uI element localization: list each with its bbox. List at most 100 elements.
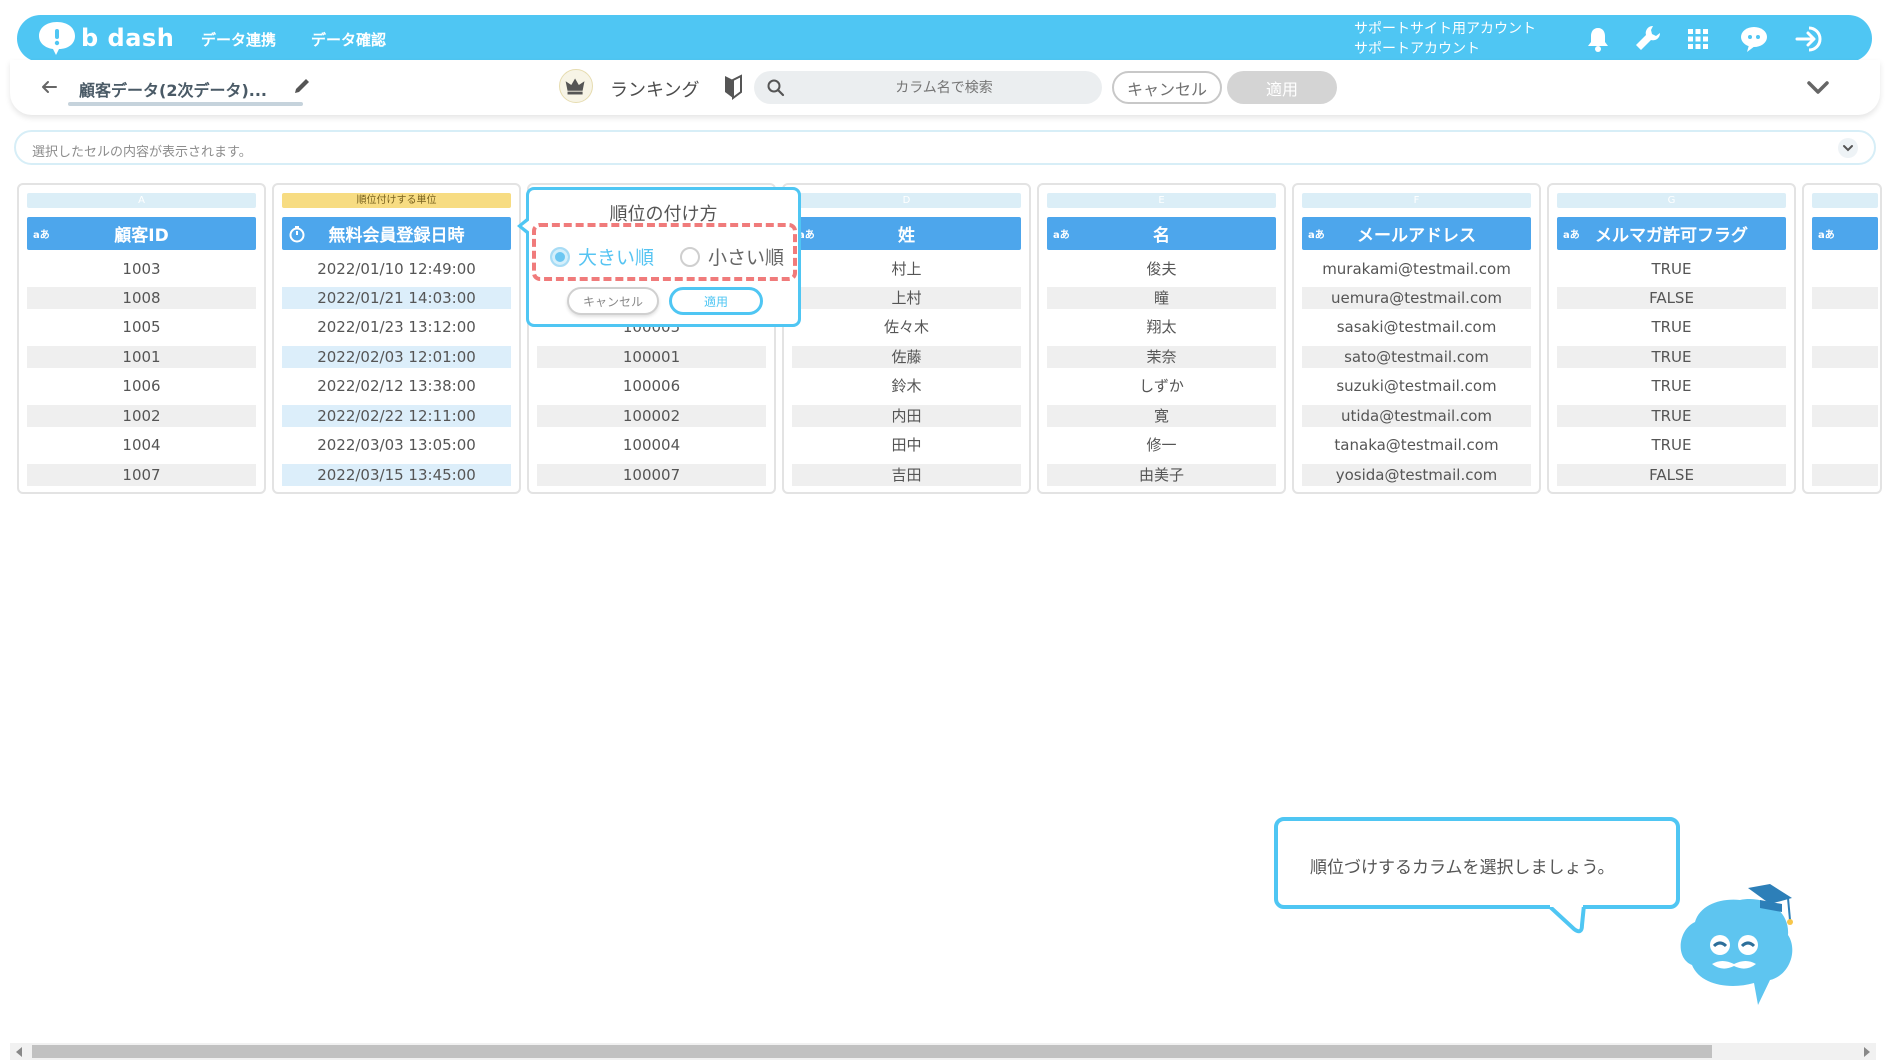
table-cell[interactable]: 田中 — [792, 434, 1021, 456]
table-cell[interactable]: 1007 — [27, 464, 256, 486]
table-cell[interactable]: しずか — [1047, 375, 1276, 397]
column-4[interactable]: Daあ姓村上 上村 佐々木 佐藤 鈴木 内田 田中 吉田 — [782, 183, 1031, 494]
column-header[interactable]: aあ メルマガ許可フラグ — [1557, 217, 1786, 250]
table-cell[interactable]: 100004 — [537, 434, 766, 456]
table-cell[interactable]: 内田 — [792, 405, 1021, 427]
table-cell[interactable] — [1812, 405, 1878, 427]
scroll-right-arrow-icon[interactable] — [1864, 1047, 1870, 1057]
table-cell[interactable]: suzuki@testmail.com — [1302, 375, 1531, 397]
table-cell[interactable]: TRUE — [1557, 346, 1786, 368]
dataset-title[interactable]: 顧客データ(2次データ)... — [79, 77, 267, 101]
column-1[interactable]: Aaあ 顧客ID 1003 1008 1005 1001 1006 1002 1004 1007 — [17, 183, 266, 494]
column-header[interactable]: aあ 顧客ID — [27, 217, 256, 250]
table-cell[interactable]: 2022/03/15 13:45:00 — [282, 464, 511, 486]
table-cell[interactable]: 100001 — [537, 346, 766, 368]
table-cell[interactable]: 佐藤 — [792, 346, 1021, 368]
table-cell[interactable]: 由美子 — [1047, 464, 1276, 486]
table-cell[interactable] — [1812, 287, 1878, 309]
column-search[interactable] — [754, 71, 1102, 104]
cell-content-bar[interactable]: 選択したセルの内容が表示されます。 — [14, 130, 1876, 165]
table-cell[interactable]: 俊夫 — [1047, 258, 1276, 280]
table-cell[interactable]: uemura@testmail.com — [1302, 287, 1531, 309]
bell-icon[interactable] — [1581, 22, 1615, 56]
table-cell[interactable]: FALSE — [1557, 464, 1786, 486]
table-cell[interactable] — [1812, 464, 1878, 486]
nav-data-link[interactable]: データ連携 — [201, 29, 276, 50]
table-cell[interactable]: tanaka@testmail.com — [1302, 434, 1531, 456]
table-cell[interactable] — [1812, 346, 1878, 368]
table-cell[interactable]: 修一 — [1047, 434, 1276, 456]
nav-data-check[interactable]: データ確認 — [311, 29, 386, 50]
column-2[interactable]: 順位付けする単位 無料会員登録日時 2022/01/10 12:49:00 2022/… — [272, 183, 521, 494]
table-cell[interactable]: FALSE — [1557, 287, 1786, 309]
table-cell[interactable]: 佐々木 — [792, 316, 1021, 338]
table-cell[interactable]: 1006 — [27, 375, 256, 397]
table-cell[interactable]: 翔太 — [1047, 316, 1276, 338]
table-cell[interactable]: TRUE — [1557, 316, 1786, 338]
back-arrow-icon[interactable] — [38, 76, 60, 98]
column-5[interactable]: Eaあ 名俊夫瞳翔太 茉奈 しずか寛修一 由美子 — [1037, 183, 1286, 494]
column-header[interactable]: aあ姓 — [792, 217, 1021, 250]
table-cell[interactable]: 上村 — [792, 287, 1021, 309]
table-cell[interactable] — [1812, 434, 1878, 456]
pencil-icon[interactable] — [292, 76, 312, 96]
table-cell[interactable]: 村上 — [792, 258, 1021, 280]
table-cell[interactable]: 2022/01/21 14:03:00 — [282, 287, 511, 309]
table-cell[interactable]: 2022/01/23 13:12:00 — [282, 316, 511, 338]
table-cell[interactable]: 1008 — [27, 287, 256, 309]
table-cell[interactable]: 100007 — [537, 464, 766, 486]
table-cell[interactable]: murakami@testmail.com — [1302, 258, 1531, 280]
table-cell[interactable]: 茉奈 — [1047, 346, 1276, 368]
table-cell[interactable]: TRUE — [1557, 375, 1786, 397]
table-cell[interactable]: sato@testmail.com — [1302, 346, 1531, 368]
table-cell[interactable]: 2022/02/22 12:11:00 — [282, 405, 511, 427]
table-cell[interactable]: TRUE — [1557, 434, 1786, 456]
horizontal-scrollbar[interactable] — [10, 1043, 1876, 1060]
table-cell[interactable]: yosida@testmail.com — [1302, 464, 1531, 486]
table-cell[interactable]: 2022/03/03 13:05:00 — [282, 434, 511, 456]
table-cell[interactable]: utida@testmail.com — [1302, 405, 1531, 427]
table-cell[interactable]: 1002 — [27, 405, 256, 427]
table-cell[interactable] — [1812, 258, 1878, 280]
table-cell[interactable]: TRUE — [1557, 405, 1786, 427]
cancel-button[interactable]: キャンセル — [1112, 71, 1222, 104]
column-header[interactable]: aあ 名 — [1047, 217, 1276, 250]
scrollbar-thumb[interactable] — [32, 1045, 1712, 1058]
column-7[interactable]: Gaあ メルマガ許可フラグ TRUE FALSE TRUE TRUE TRUE TRUE TRU… — [1547, 183, 1796, 494]
table-cell[interactable]: 瞳 — [1047, 287, 1276, 309]
logo[interactable]: b dash — [37, 19, 174, 57]
table-cell[interactable] — [1812, 316, 1878, 338]
column-8[interactable]: aあ — [1802, 183, 1882, 494]
table-cell[interactable]: 吉田 — [792, 464, 1021, 486]
beginner-mark-icon[interactable] — [722, 74, 744, 100]
table-cell[interactable]: 1004 — [27, 434, 256, 456]
chat-icon[interactable] — [1737, 22, 1771, 56]
grid-icon[interactable] — [1681, 22, 1715, 56]
table-cell[interactable]: 100002 — [537, 405, 766, 427]
table-cell[interactable] — [1812, 375, 1878, 397]
table-cell[interactable]: sasaki@testmail.com — [1302, 316, 1531, 338]
popup-cancel-button[interactable]: キャンセル — [567, 287, 659, 315]
table-cell[interactable]: 1001 — [27, 346, 256, 368]
table-cell[interactable]: 2022/02/12 13:38:00 — [282, 375, 511, 397]
radio-descending[interactable]: 大きい順 — [550, 243, 654, 270]
table-cell[interactable]: 2022/02/03 12:01:00 — [282, 346, 511, 368]
table-cell[interactable]: 100006 — [537, 375, 766, 397]
radio-dot-descending[interactable] — [550, 246, 570, 267]
table-cell[interactable]: TRUE — [1557, 258, 1786, 280]
column-header[interactable]: aあ メールアドレス — [1302, 217, 1531, 250]
column-header[interactable]: 無料会員登録日時 — [282, 217, 511, 250]
expand-cell-button[interactable] — [1838, 138, 1858, 158]
table-cell[interactable]: 寛 — [1047, 405, 1276, 427]
radio-ascending[interactable]: 小さい順 — [680, 243, 784, 270]
table-cell[interactable]: 1005 — [27, 316, 256, 338]
scroll-left-arrow-icon[interactable] — [16, 1047, 22, 1057]
wrench-icon[interactable] — [1631, 22, 1665, 56]
popup-apply-button[interactable]: 適用 — [669, 287, 763, 315]
column-header[interactable]: aあ — [1812, 217, 1878, 250]
account-info[interactable]: サポートサイト用アカウント サポートアカウント — [1354, 19, 1536, 59]
column-6[interactable]: Faあ メールアドレス murakami@testmail.com uemura@te… — [1292, 183, 1541, 494]
search-input[interactable] — [794, 71, 1094, 104]
apply-button[interactable]: 適用 — [1227, 71, 1337, 104]
table-cell[interactable]: 2022/01/10 12:49:00 — [282, 258, 511, 280]
